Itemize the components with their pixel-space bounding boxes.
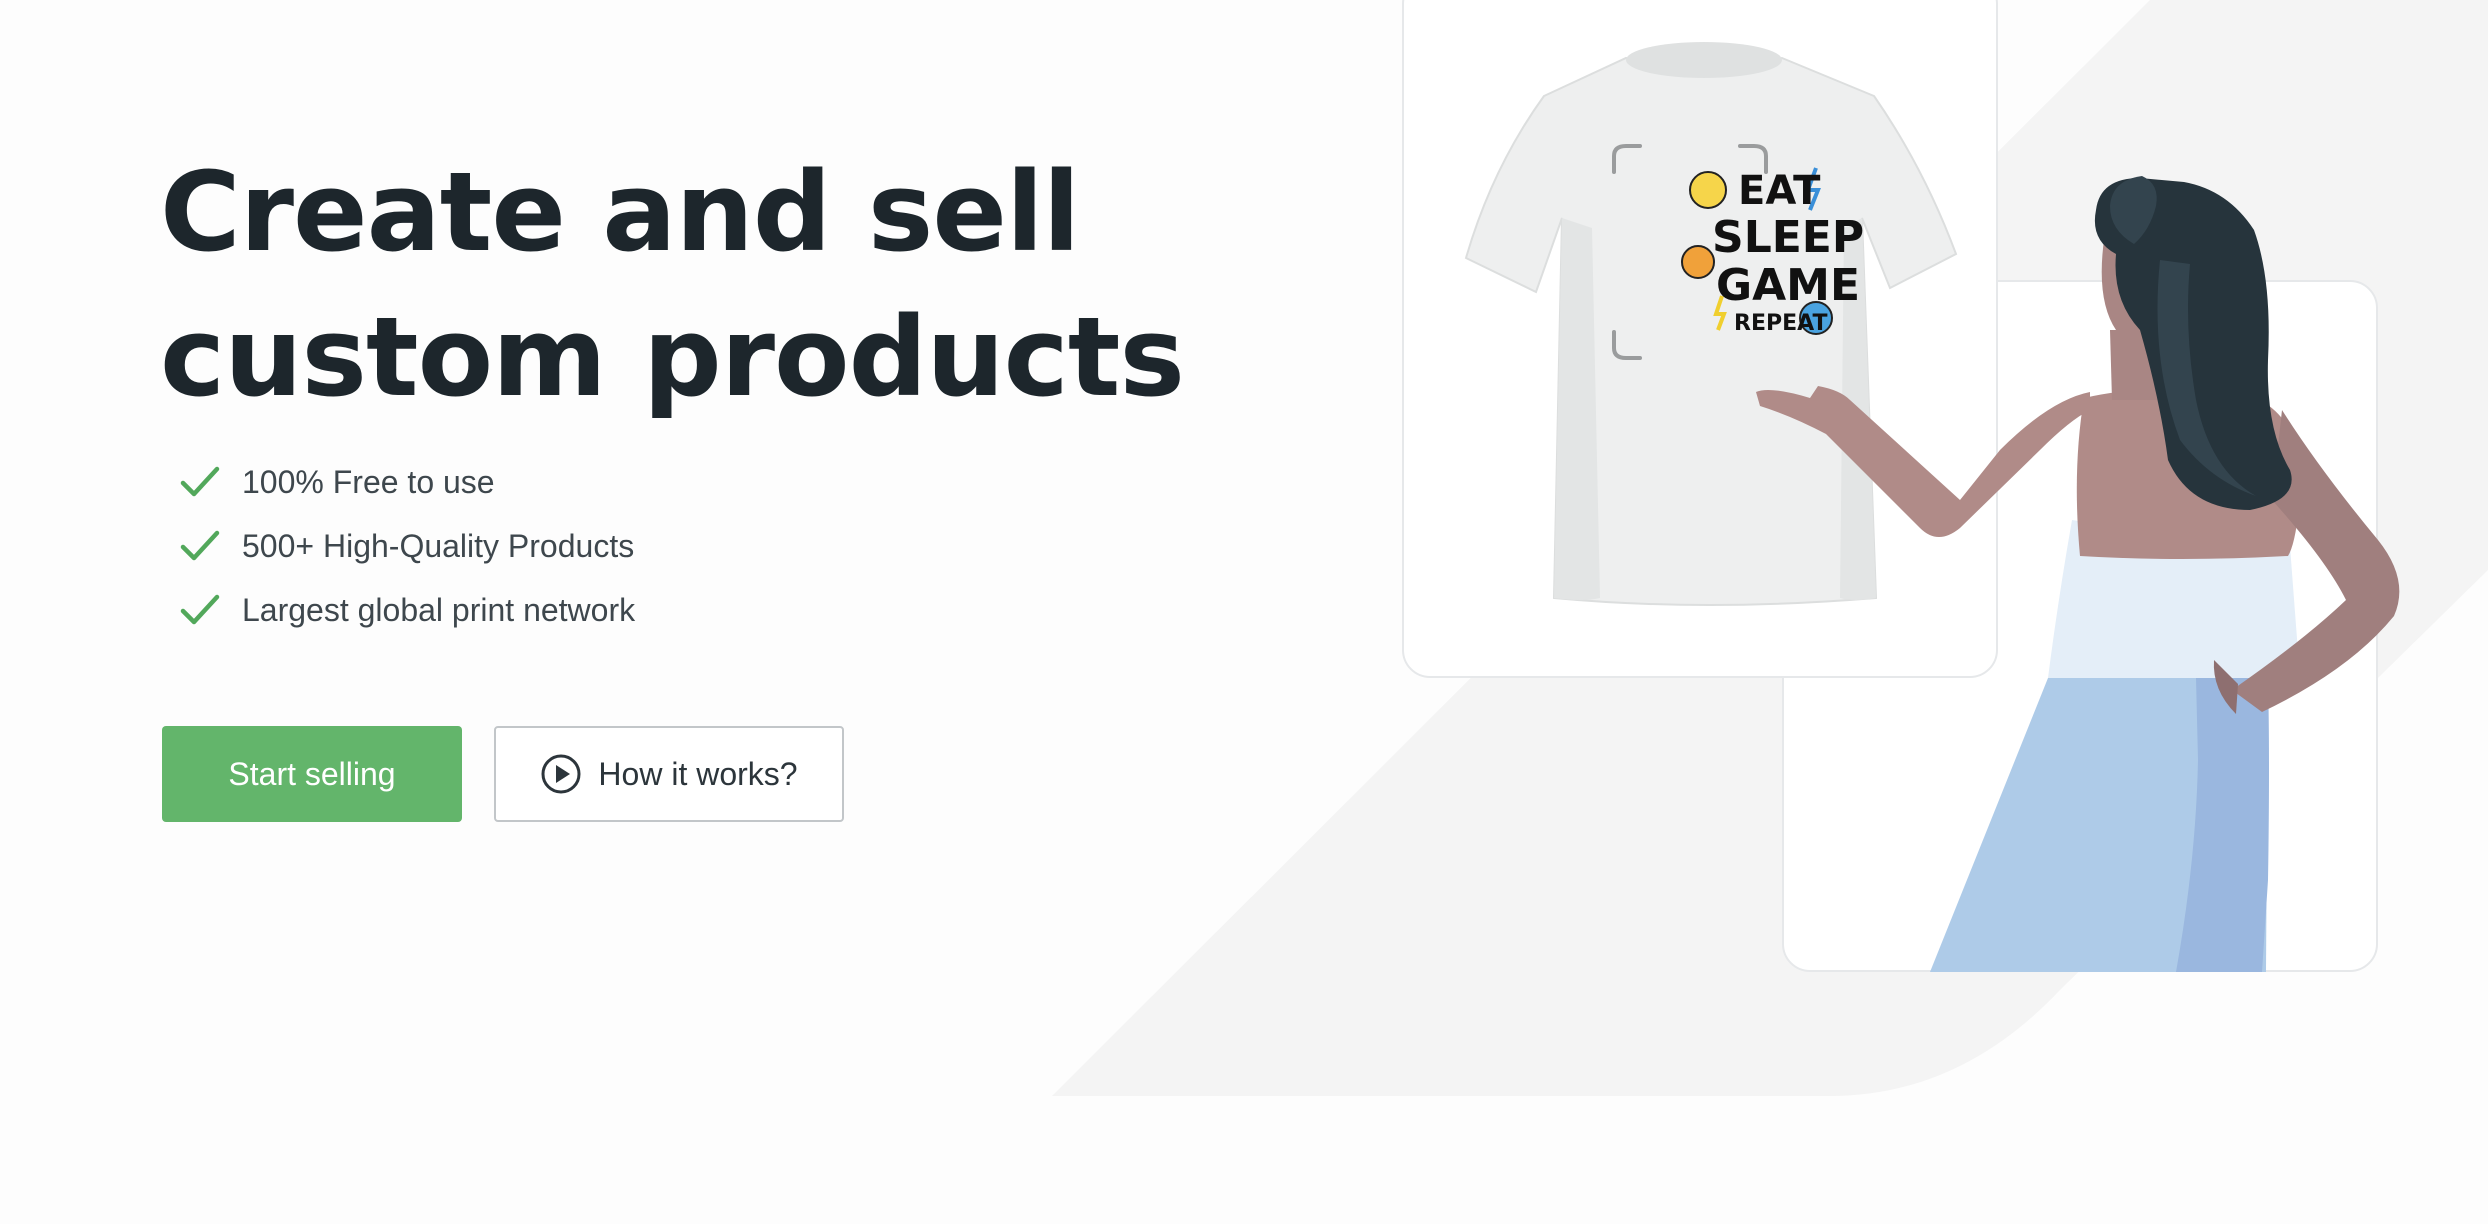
print-line-game: GAME: [1716, 260, 1860, 311]
start-selling-button[interactable]: Start selling: [162, 726, 462, 822]
feature-item: 100% Free to use: [180, 450, 635, 514]
check-icon: [180, 526, 224, 566]
product-mockup-card: EAT SLEEP GAME REPEAT: [1402, 0, 1998, 678]
tshirt-image: EAT SLEEP GAME REPEAT: [1464, 42, 1958, 606]
feature-label: 500+ High-Quality Products: [242, 527, 635, 564]
feature-label: Largest global print network: [242, 591, 636, 628]
play-circle-icon: [540, 753, 582, 795]
feature-item: 500+ High-Quality Products: [180, 514, 635, 578]
check-icon: [180, 590, 224, 630]
cta-buttons: Start selling How it works?: [162, 726, 844, 822]
page-title-line-1: Create and sell: [160, 148, 1080, 276]
print-line-sleep: SLEEP: [1712, 212, 1864, 263]
how-it-works-label: How it works?: [598, 755, 798, 792]
page-title: Create and sell custom products: [160, 140, 1185, 430]
check-icon: [180, 462, 224, 502]
feature-item: Largest global print network: [180, 578, 635, 642]
feature-label: 100% Free to use: [242, 463, 495, 500]
hero-section: Create and sell custom products 100% Fre…: [0, 0, 2488, 1224]
print-line-eat: EAT: [1738, 168, 1821, 214]
print-line-repeat: REPEAT: [1734, 311, 1827, 336]
how-it-works-button[interactable]: How it works?: [494, 726, 844, 822]
feature-list: 100% Free to use 500+ High-Quality Produ…: [180, 450, 635, 642]
page-title-line-2: custom products: [160, 293, 1185, 421]
